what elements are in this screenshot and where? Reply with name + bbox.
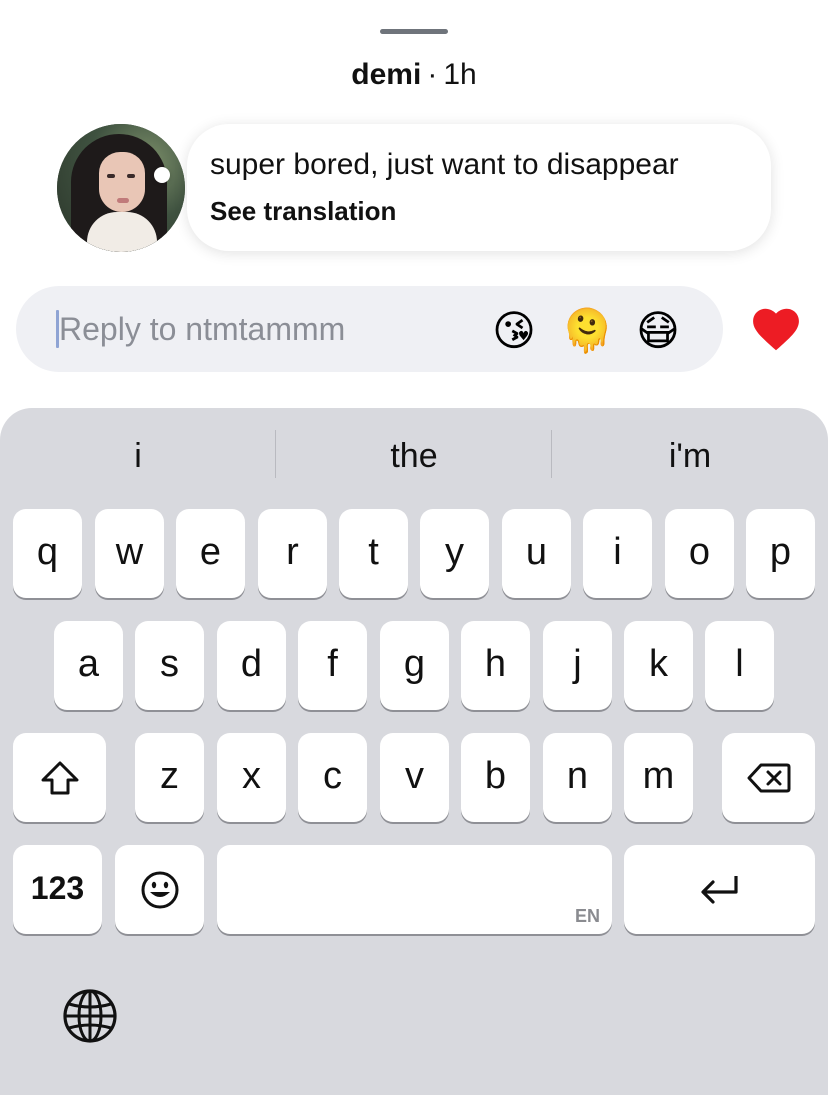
key-o[interactable]: o bbox=[665, 509, 734, 598]
key-t[interactable]: t bbox=[339, 509, 408, 598]
suggestion-the[interactable]: the bbox=[276, 428, 552, 484]
key-m[interactable]: m bbox=[624, 733, 693, 822]
separator-dot: · bbox=[427, 58, 438, 91]
key-l[interactable]: l bbox=[705, 621, 774, 710]
shift-arrow-icon bbox=[41, 761, 78, 794]
key-n[interactable]: n bbox=[543, 733, 612, 822]
key-d[interactable]: d bbox=[217, 621, 286, 710]
return-arrow-icon bbox=[700, 875, 738, 904]
key-f[interactable]: f bbox=[298, 621, 367, 710]
key-k[interactable]: k bbox=[624, 621, 693, 710]
globe-icon[interactable] bbox=[62, 988, 118, 1044]
numbers-key[interactable]: 123 bbox=[13, 845, 102, 934]
smiley-icon bbox=[141, 871, 178, 908]
key-e[interactable]: e bbox=[176, 509, 245, 598]
space-key[interactable]: EN bbox=[217, 845, 612, 934]
shift-key[interactable] bbox=[13, 733, 106, 822]
key-a[interactable]: a bbox=[54, 621, 123, 710]
suggestion-i[interactable]: i bbox=[0, 428, 276, 484]
key-b[interactable]: b bbox=[461, 733, 530, 822]
story-header: demi · 1h bbox=[0, 58, 828, 92]
backspace-icon bbox=[747, 763, 790, 792]
bubble-tail bbox=[154, 167, 170, 183]
reply-input[interactable] bbox=[59, 304, 459, 354]
key-g[interactable]: g bbox=[380, 621, 449, 710]
note-bubble: super bored, just want to disappear See … bbox=[187, 124, 771, 251]
heart-icon[interactable] bbox=[751, 306, 801, 352]
key-s[interactable]: s bbox=[135, 621, 204, 710]
reply-sheet: demi · 1h super bored, just want to disapp… bbox=[0, 0, 828, 1095]
key-y[interactable]: y bbox=[420, 509, 489, 598]
key-r[interactable]: r bbox=[258, 509, 327, 598]
key-w[interactable]: w bbox=[95, 509, 164, 598]
return-key[interactable] bbox=[624, 845, 815, 934]
kiss-emoji-reaction[interactable]: 😘 bbox=[489, 306, 539, 356]
emoji-key[interactable] bbox=[115, 845, 204, 934]
key-h[interactable]: h bbox=[461, 621, 530, 710]
delete-key[interactable] bbox=[722, 733, 815, 822]
key-u[interactable]: u bbox=[502, 509, 571, 598]
note-text: super bored, just want to disappear bbox=[210, 148, 679, 181]
space-language-label: EN bbox=[574, 906, 600, 926]
key-i[interactable]: i bbox=[583, 509, 652, 598]
key-v[interactable]: v bbox=[380, 733, 449, 822]
key-x[interactable]: x bbox=[217, 733, 286, 822]
sheet-grabber[interactable] bbox=[380, 29, 448, 34]
key-q[interactable]: q bbox=[13, 509, 82, 598]
key-j[interactable]: j bbox=[543, 621, 612, 710]
melting-face-emoji-reaction[interactable]: 🫠 bbox=[561, 306, 613, 356]
key-c[interactable]: c bbox=[298, 733, 367, 822]
keyboard: i the i'm q w e r t y u i o p a s d f g … bbox=[0, 408, 828, 1095]
see-translation-link[interactable]: See translation bbox=[210, 196, 396, 227]
key-p[interactable]: p bbox=[746, 509, 815, 598]
suggestion-im[interactable]: i'm bbox=[552, 428, 828, 484]
key-z[interactable]: z bbox=[135, 733, 204, 822]
reply-bar: 😘 🫠 😷 bbox=[16, 286, 723, 372]
post-time: 1h bbox=[443, 58, 477, 91]
avatar[interactable] bbox=[57, 124, 185, 252]
username: demi bbox=[351, 58, 422, 91]
mask-face-emoji-reaction[interactable]: 😷 bbox=[633, 306, 683, 356]
